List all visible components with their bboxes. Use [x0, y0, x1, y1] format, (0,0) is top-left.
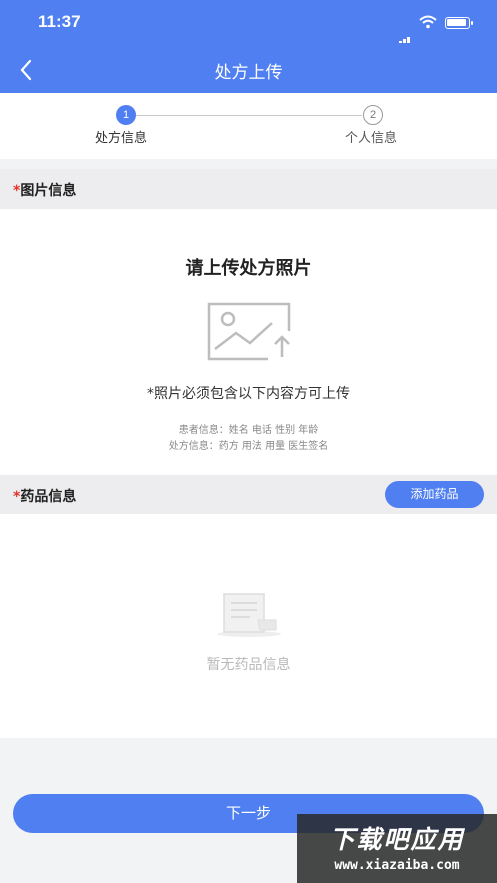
- upload-heading: 请上传处方照片: [185, 258, 312, 279]
- watermark-url: www.xiazaiba.com: [334, 858, 460, 873]
- patient-info-hint: 患者信息：姓名 电话 性别 年龄: [178, 425, 319, 436]
- add-medicine-button[interactable]: 添加药品: [385, 481, 484, 508]
- status-time: 11:37: [38, 12, 81, 31]
- medicine-list: 暂无药品信息: [0, 514, 497, 738]
- prescription-info-hint: 处方信息：药方 用法 用量 医生签名: [168, 441, 329, 452]
- step-1-label: 处方信息: [95, 131, 148, 146]
- photo-section-header: *图片信息: [0, 169, 497, 209]
- step-indicator: 1 2 处方信息 个人信息: [0, 93, 497, 159]
- empty-state-text: 暂无药品信息: [206, 657, 291, 673]
- battery-icon: [445, 17, 473, 29]
- medicine-section-label: 药品信息: [20, 489, 77, 505]
- medicine-section-header: *药品信息 添加药品: [0, 475, 497, 515]
- empty-document-icon: [214, 590, 284, 644]
- watermark-title: 下载吧应用: [329, 825, 465, 854]
- page-title: 处方上传: [214, 63, 283, 83]
- app-header: 11:37 处方上传: [0, 0, 497, 93]
- photo-requirement-note: *照片必须包含以下内容方可上传: [147, 386, 350, 402]
- step-1-circle: 1: [116, 105, 136, 125]
- medicine-section-title: *药品信息: [13, 486, 76, 506]
- photo-section-title: *图片信息: [13, 180, 76, 200]
- photo-upload-area[interactable]: 请上传处方照片 *照片必须包含以下内容方可上传 患者信息：姓名 电话 性别 年龄…: [0, 209, 497, 475]
- step-2-label: 个人信息: [345, 131, 398, 146]
- step-2-circle: 2: [363, 105, 383, 125]
- photo-section-label: 图片信息: [20, 183, 77, 199]
- image-upload-icon[interactable]: [206, 301, 292, 365]
- watermark-logo: 下载吧应用 www.xiazaiba.com: [297, 814, 497, 883]
- signal-icon: [399, 24, 413, 43]
- wifi-icon: [419, 14, 437, 33]
- step-connector: [136, 115, 362, 116]
- status-bar: 11:37: [0, 0, 497, 44]
